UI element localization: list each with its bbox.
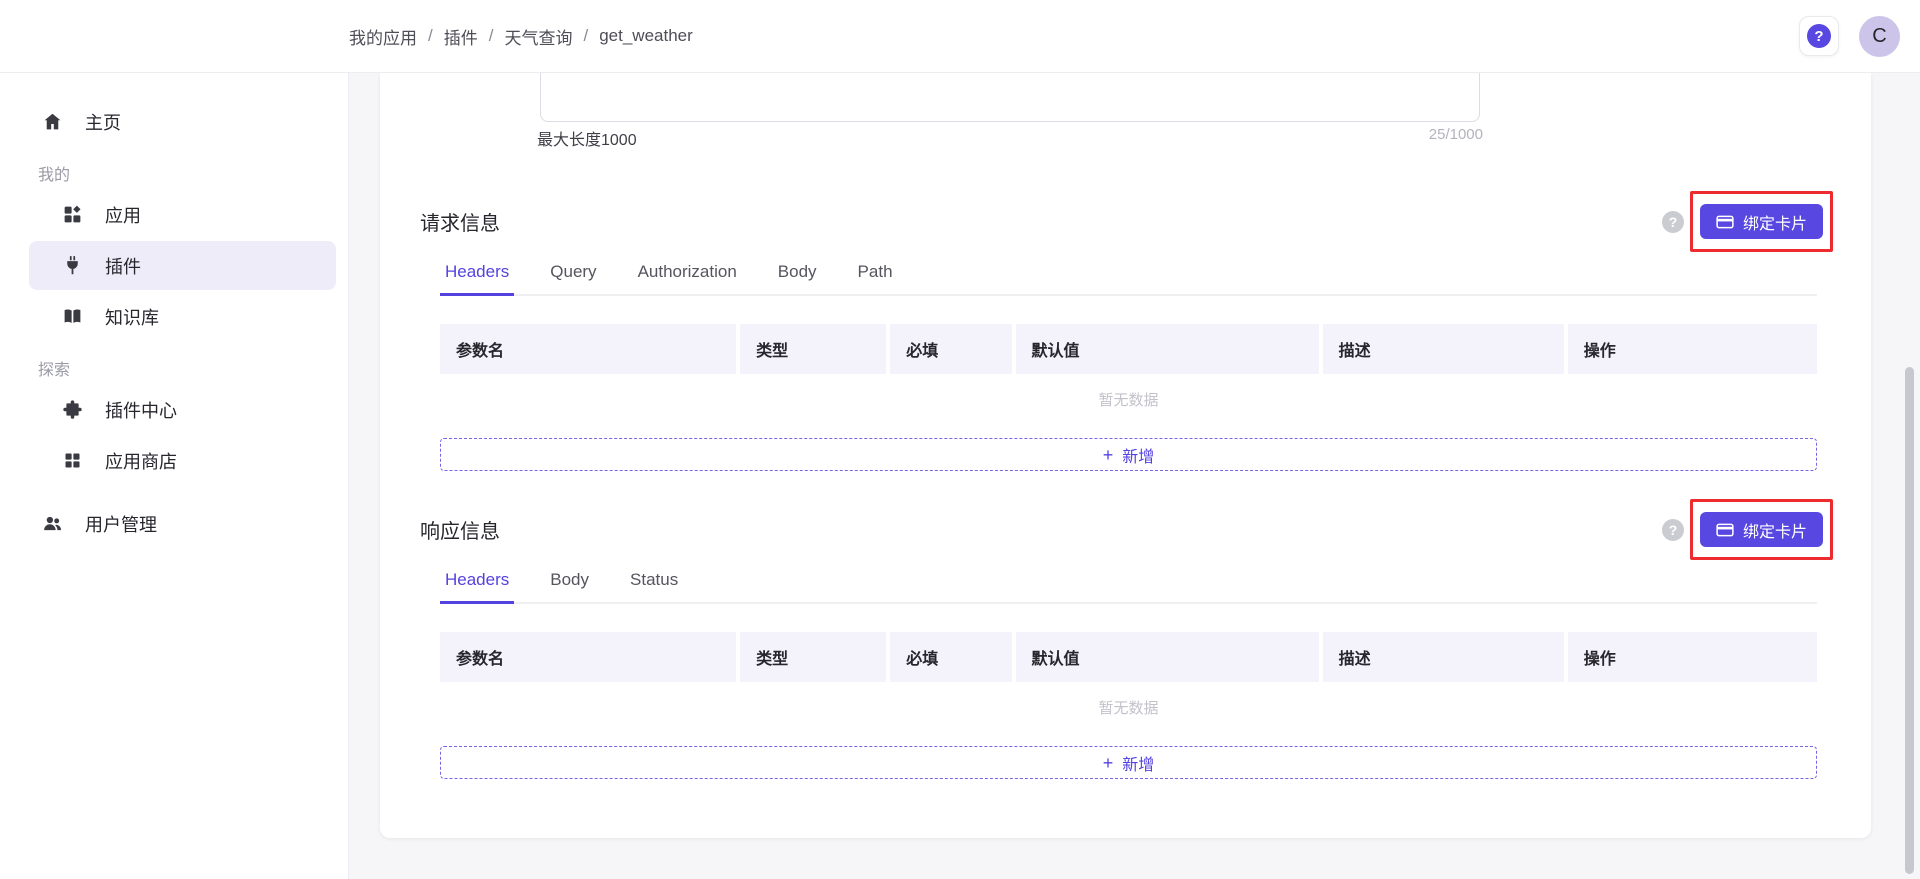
sidebar-item-label: 插件 — [105, 253, 141, 279]
tab-body[interactable]: Body — [550, 570, 589, 602]
main-content: 最大长度1000 25/1000 请求信息 ? 绑定卡片 Headers Que… — [349, 73, 1920, 879]
grid-icon — [62, 450, 83, 471]
sidebar-item-label: 应用商店 — [105, 448, 177, 474]
home-icon — [42, 111, 63, 132]
response-params-table-header: 参数名 类型 必填 默认值 描述 操作 — [440, 632, 1817, 682]
breadcrumb: 我的应用 / 插件 / 天气查询 / get_weather — [349, 24, 693, 49]
sidebar: 主页 我的 应用 插件 知识库 探索 插件中心 应用商店 — [0, 73, 349, 879]
request-section-header: 请求信息 ? 绑定卡片 — [380, 191, 1871, 252]
book-icon — [62, 306, 83, 327]
apps-icon — [62, 204, 83, 225]
bind-card-button-request[interactable]: 绑定卡片 — [1700, 204, 1823, 239]
sidebar-item-apps[interactable]: 应用 — [29, 190, 336, 239]
top-header: 我的应用 / 插件 / 天气查询 / get_weather ? C — [0, 0, 1920, 73]
user-avatar[interactable]: C — [1859, 16, 1900, 57]
response-tabs: Headers Body Status — [440, 570, 1817, 604]
sidebar-item-label: 插件中心 — [105, 397, 177, 423]
card-icon — [1716, 523, 1734, 537]
card-icon — [1716, 215, 1734, 229]
breadcrumb-get-weather: get_weather — [599, 26, 693, 46]
sidebar-item-label: 应用 — [105, 202, 141, 228]
sidebar-item-label: 知识库 — [105, 304, 159, 330]
request-empty-state: 暂无数据 — [440, 389, 1817, 411]
request-tabs: Headers Query Authorization Body Path — [440, 262, 1817, 296]
tab-query[interactable]: Query — [550, 262, 596, 294]
breadcrumb-separator: / — [428, 26, 433, 46]
plug-icon — [62, 255, 83, 276]
breadcrumb-plugins[interactable]: 插件 — [444, 24, 478, 49]
response-add-row-button[interactable]: + 新增 — [440, 746, 1817, 779]
column-description: 描述 — [1323, 632, 1568, 682]
column-actions: 操作 — [1568, 632, 1817, 682]
response-section-title: 响应信息 — [420, 515, 500, 544]
sidebar-item-label: 主页 — [85, 109, 121, 135]
column-required: 必填 — [890, 632, 1015, 682]
max-length-hint: 最大长度1000 — [537, 126, 637, 150]
add-label: 新增 — [1122, 443, 1154, 467]
sidebar-item-user-management[interactable]: 用户管理 — [29, 499, 336, 548]
column-type: 类型 — [740, 632, 890, 682]
breadcrumb-my-apps[interactable]: 我的应用 — [349, 24, 417, 49]
sidebar-item-label: 用户管理 — [85, 511, 157, 537]
char-counter: 25/1000 — [1429, 126, 1483, 143]
tab-body[interactable]: Body — [778, 262, 817, 294]
response-section-header: 响应信息 ? 绑定卡片 — [380, 499, 1871, 560]
help-icon: ? — [1807, 24, 1831, 48]
plugin-detail-card: 最大长度1000 25/1000 请求信息 ? 绑定卡片 Headers Que… — [380, 73, 1871, 838]
plus-icon: + — [1103, 446, 1114, 464]
column-description: 描述 — [1323, 324, 1568, 374]
response-help-icon[interactable]: ? — [1662, 519, 1684, 541]
sidebar-item-home[interactable]: 主页 — [29, 97, 336, 146]
vertical-scrollbar[interactable] — [1905, 367, 1914, 874]
sidebar-section-explore: 探索 — [38, 355, 348, 381]
column-default-value: 默认值 — [1016, 324, 1323, 374]
annotation-highlight-request: 绑定卡片 — [1690, 191, 1833, 252]
sidebar-section-mine: 我的 — [38, 160, 348, 186]
breadcrumb-weather-query[interactable]: 天气查询 — [504, 24, 572, 49]
bind-card-label: 绑定卡片 — [1743, 210, 1807, 234]
tab-headers[interactable]: Headers — [445, 570, 509, 602]
sidebar-item-plugin-center[interactable]: 插件中心 — [29, 385, 336, 434]
column-type: 类型 — [740, 324, 890, 374]
column-default-value: 默认值 — [1016, 632, 1323, 682]
annotation-highlight-response: 绑定卡片 — [1690, 499, 1833, 560]
breadcrumb-separator: / — [583, 26, 588, 46]
column-param-name: 参数名 — [440, 324, 740, 374]
tab-headers[interactable]: Headers — [445, 262, 509, 294]
request-add-row-button[interactable]: + 新增 — [440, 438, 1817, 471]
response-empty-state: 暂无数据 — [440, 697, 1817, 719]
request-params-table-header: 参数名 类型 必填 默认值 描述 操作 — [440, 324, 1817, 374]
puzzle-icon — [62, 399, 83, 420]
tab-authorization[interactable]: Authorization — [638, 262, 737, 294]
sidebar-item-app-store[interactable]: 应用商店 — [29, 436, 336, 485]
tab-path[interactable]: Path — [858, 262, 893, 294]
tab-status[interactable]: Status — [630, 570, 678, 602]
request-section-title: 请求信息 — [420, 207, 500, 236]
request-help-icon[interactable]: ? — [1662, 211, 1684, 233]
users-icon — [42, 513, 63, 534]
plus-icon: + — [1103, 754, 1114, 772]
bind-card-label: 绑定卡片 — [1743, 518, 1807, 542]
help-button[interactable]: ? — [1799, 16, 1839, 56]
sidebar-item-knowledge-base[interactable]: 知识库 — [29, 292, 336, 341]
column-actions: 操作 — [1568, 324, 1817, 374]
sidebar-item-plugins[interactable]: 插件 — [29, 241, 336, 290]
add-label: 新增 — [1122, 751, 1154, 775]
column-required: 必填 — [890, 324, 1015, 374]
bind-card-button-response[interactable]: 绑定卡片 — [1700, 512, 1823, 547]
column-param-name: 参数名 — [440, 632, 740, 682]
breadcrumb-separator: / — [489, 26, 494, 46]
description-textarea[interactable] — [540, 73, 1480, 122]
